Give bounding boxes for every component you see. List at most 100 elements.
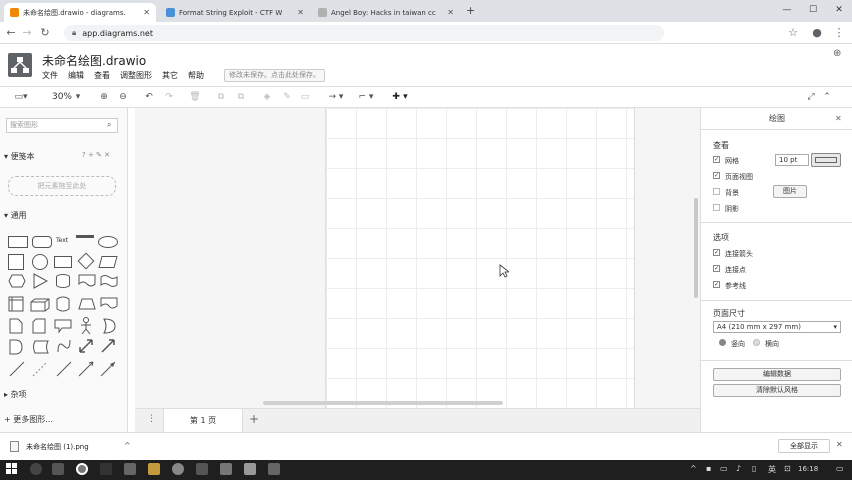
browser-tab-ctf[interactable]: Format String Exploit - CTF W ✕ xyxy=(160,3,310,22)
text-shape[interactable]: Text xyxy=(56,237,68,244)
fullscreen-icon[interactable]: ⤢ xyxy=(804,90,818,105)
app-icon[interactable] xyxy=(100,463,112,475)
menu-arrange[interactable]: 调整图形 xyxy=(120,70,152,81)
chevron-down-icon[interactable]: ▾ xyxy=(74,90,82,105)
search-icon[interactable]: ⌕ xyxy=(107,120,111,130)
browser-tab-drawio[interactable]: 未命名绘图.drawio - diagrams. ✕ xyxy=(4,3,156,22)
delete-icon[interactable]: 🗑︎ xyxy=(188,90,202,105)
diagram-page[interactable] xyxy=(325,108,635,408)
or-shape[interactable] xyxy=(102,318,116,336)
app-icon[interactable] xyxy=(76,463,88,475)
internal-storage-shape[interactable] xyxy=(8,296,24,314)
rectangle-shape[interactable] xyxy=(8,236,28,248)
document-title[interactable]: 未命名绘图.drawio xyxy=(42,52,146,69)
page-view-checkbox[interactable]: ✓ xyxy=(713,172,720,179)
line-color-icon[interactable]: ✎ xyxy=(280,90,294,105)
close-icon[interactable]: ✕ xyxy=(835,114,842,123)
cube-shape[interactable] xyxy=(30,298,50,314)
browser-tab-angelboy[interactable]: Angel Boy: Hacks in taiwan cc ✕ xyxy=(312,3,460,22)
chrome-icon[interactable] xyxy=(172,463,184,475)
rounded-rectangle-shape[interactable] xyxy=(32,236,52,248)
back-arrow-icon[interactable]: ← xyxy=(4,26,18,40)
diagram-canvas[interactable] xyxy=(135,108,700,408)
input-method-indicator[interactable]: 英 xyxy=(768,464,776,475)
connection-points-checkbox[interactable]: ✓ xyxy=(713,265,720,272)
page-tab-1[interactable]: 第 1 页 xyxy=(163,409,243,432)
parallelogram-shape[interactable] xyxy=(98,256,118,268)
volume-icon[interactable]: ♪ xyxy=(736,464,741,473)
network-icon[interactable]: ▭ xyxy=(720,464,728,473)
connector-arrow-shape[interactable] xyxy=(100,361,116,379)
directional-line-shape[interactable] xyxy=(78,361,94,379)
ellipse-shape[interactable] xyxy=(98,236,118,248)
close-window-button[interactable]: ✕ xyxy=(826,0,852,22)
close-icon[interactable]: ✕ xyxy=(447,8,454,17)
menu-edit[interactable]: 编辑 xyxy=(68,70,84,81)
to-front-icon[interactable]: ⧉ xyxy=(214,90,228,105)
shadow-icon[interactable]: ▭ xyxy=(298,90,312,105)
app-icon[interactable] xyxy=(196,463,208,475)
document-shape[interactable] xyxy=(78,274,96,290)
more-menu-icon[interactable]: ⋮ xyxy=(832,26,846,40)
collapse-icon[interactable]: ⌃ xyxy=(820,90,834,105)
vertical-scrollbar[interactable] xyxy=(694,198,698,298)
cylinder-shape[interactable] xyxy=(56,274,70,288)
note-shape[interactable] xyxy=(9,318,23,336)
show-all-button[interactable]: 全部显示 xyxy=(778,439,830,453)
arrow-shape[interactable] xyxy=(100,338,116,356)
windows-start-icon[interactable] xyxy=(6,463,18,475)
notifications-icon[interactable]: ▭ xyxy=(836,464,844,473)
page-menu-icon[interactable]: ⋮ xyxy=(147,414,156,424)
step-shape[interactable] xyxy=(56,296,70,314)
minimize-button[interactable]: — xyxy=(774,0,800,22)
downloaded-file-name[interactable]: 未命名绘图 (1).png xyxy=(26,442,89,452)
connection-arrows-checkbox[interactable]: ✓ xyxy=(713,249,720,256)
zoom-out-icon[interactable]: ⊖ xyxy=(116,90,130,105)
reload-icon[interactable]: ↻ xyxy=(38,26,52,40)
to-back-icon[interactable]: ⧉ xyxy=(234,90,248,105)
waypoints-icon[interactable]: ⌐ ▾ xyxy=(354,90,378,105)
scratchpad-header[interactable]: ▾ 便笺本 xyxy=(4,151,35,162)
misc-section-header[interactable]: ▸ 杂项 xyxy=(4,389,27,400)
url-field[interactable]: 🔒︎ app.diagrams.net xyxy=(64,25,664,41)
background-checkbox[interactable] xyxy=(713,188,720,195)
globe-icon[interactable]: ⊕ xyxy=(833,48,841,59)
tray-icon[interactable]: ▪ xyxy=(706,464,711,473)
close-icon[interactable]: ✕ xyxy=(836,440,843,449)
chevron-up-icon[interactable]: ^ xyxy=(124,441,131,450)
undo-icon[interactable]: ↶ xyxy=(142,90,156,105)
star-icon[interactable]: ☆ xyxy=(786,26,800,40)
more-shapes-link[interactable]: + 更多图形... xyxy=(4,414,53,425)
card-shape[interactable] xyxy=(100,297,118,313)
card-corner-shape[interactable] xyxy=(32,318,46,336)
redo-icon[interactable]: ↷ xyxy=(162,90,176,105)
connection-style-icon[interactable]: → ▾ xyxy=(324,90,348,105)
unsaved-changes-notice[interactable]: 修改未保存。点击此处保存。 xyxy=(224,69,325,82)
tape-shape[interactable] xyxy=(100,274,118,290)
app-icon[interactable] xyxy=(220,463,232,475)
clear-default-style-button[interactable]: 清除默认风格 xyxy=(713,384,841,397)
actor-shape[interactable] xyxy=(80,317,92,337)
bidirectional-arrow-shape[interactable] xyxy=(78,338,94,356)
insert-icon[interactable]: ✚ ▾ xyxy=(388,90,412,105)
menu-file[interactable]: 文件 xyxy=(42,70,58,81)
app-icon[interactable] xyxy=(124,463,136,475)
curve-shape[interactable] xyxy=(56,338,72,356)
task-view-icon[interactable] xyxy=(52,463,64,475)
hexagon-shape[interactable] xyxy=(8,274,26,290)
close-icon[interactable]: ✕ xyxy=(297,8,304,17)
triangle-shape[interactable] xyxy=(32,273,49,291)
app-icon[interactable] xyxy=(244,463,256,475)
menu-extras[interactable]: 其它 xyxy=(162,70,178,81)
data-storage-shape[interactable] xyxy=(31,340,49,356)
paper-size-select[interactable]: A4 (210 mm x 297 mm) ▾ xyxy=(713,321,841,333)
process-shape[interactable] xyxy=(54,256,72,268)
scratchpad-drop-zone[interactable]: 把元素拖至此处 xyxy=(8,176,116,196)
grid-size-input[interactable]: 10 pt xyxy=(775,154,809,166)
line-shape[interactable] xyxy=(9,361,25,379)
edit-data-button[interactable]: 编辑数据 xyxy=(713,368,841,381)
profile-icon[interactable]: ● xyxy=(810,26,824,40)
dashed-line-shape[interactable] xyxy=(32,361,48,379)
landscape-radio[interactable] xyxy=(753,339,760,346)
diamond-shape[interactable] xyxy=(77,252,95,270)
